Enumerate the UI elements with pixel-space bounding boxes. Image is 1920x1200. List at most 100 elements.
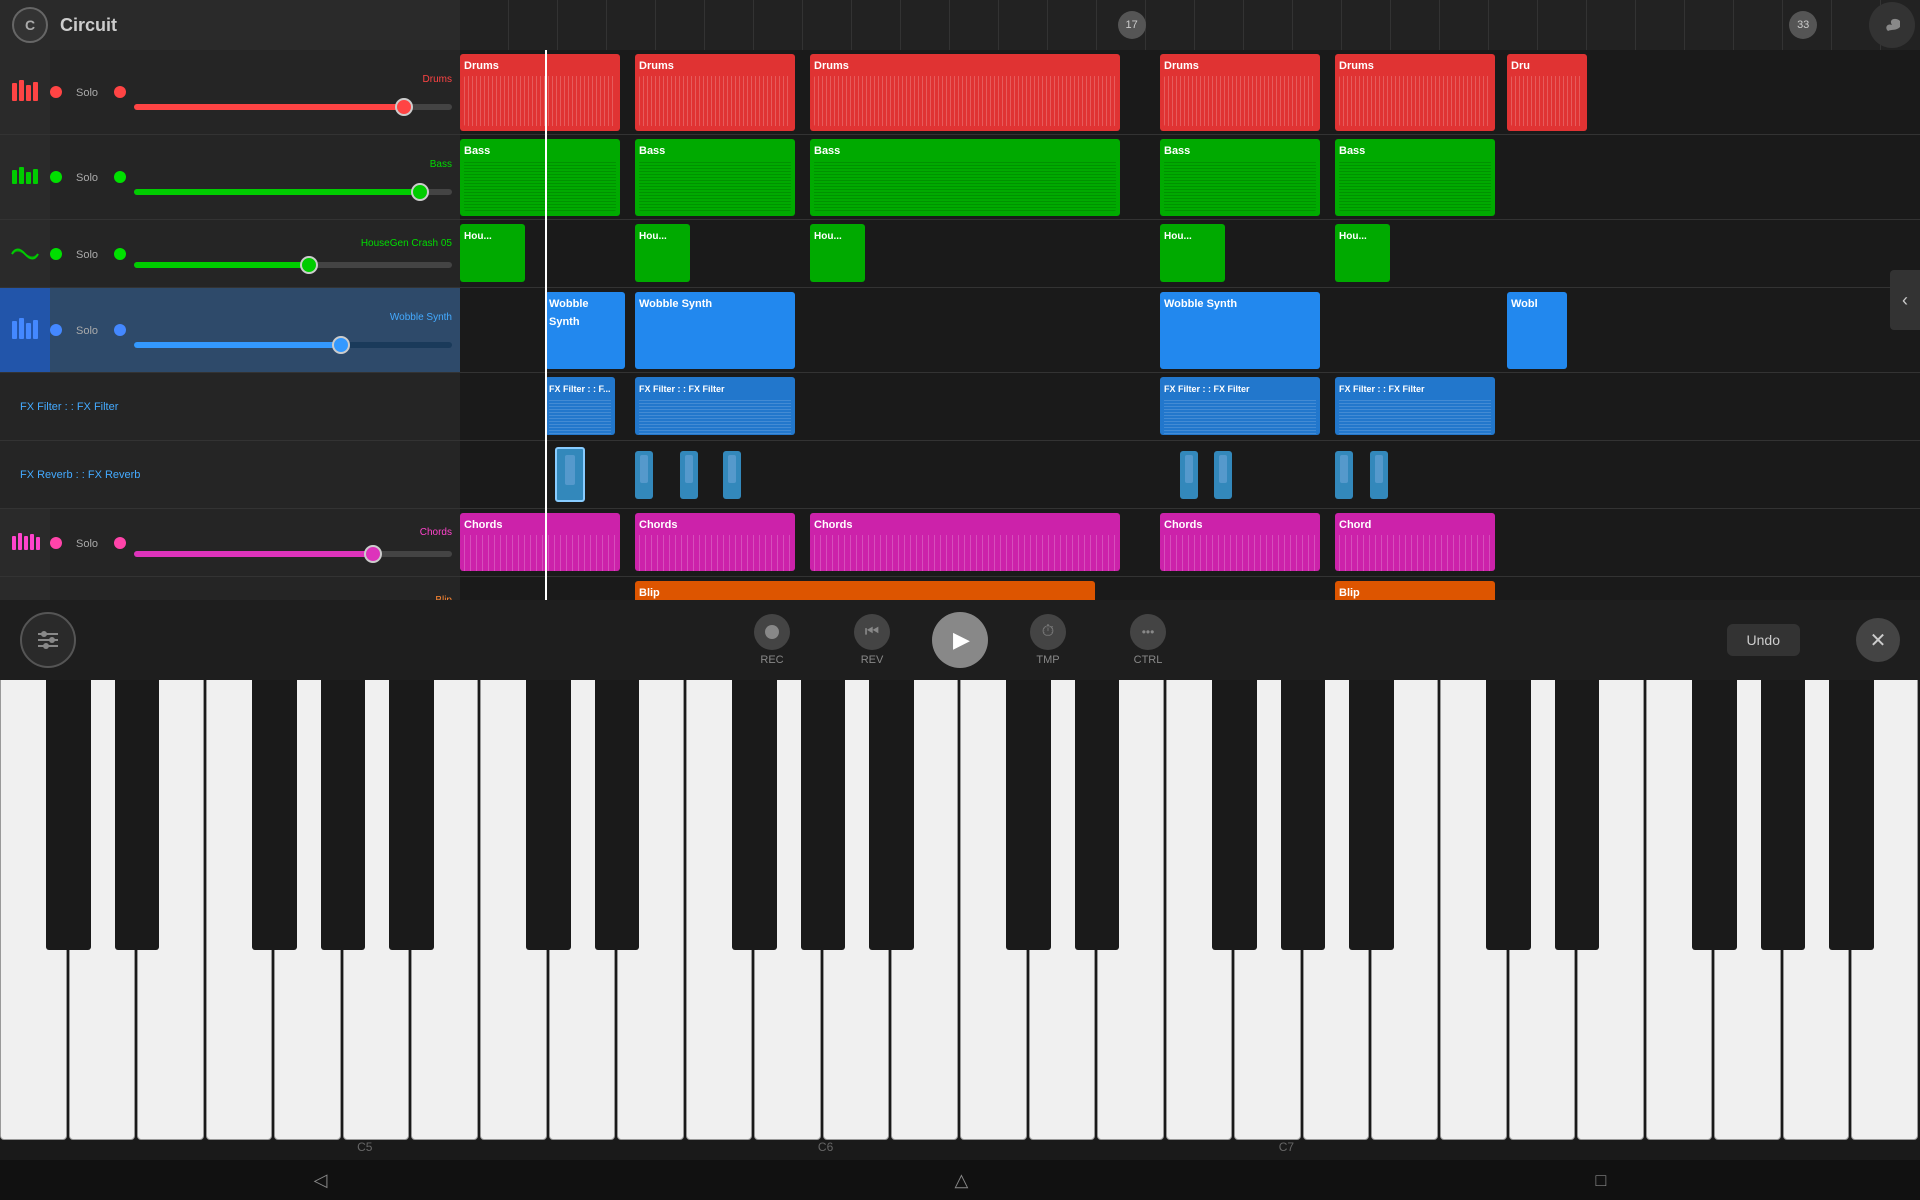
housegen-clip-1[interactable]: Hou... [460,224,525,282]
wobble-clip-2[interactable]: Wobble Synth [635,292,795,369]
housegen-clip-5[interactable]: Hou... [1335,224,1390,282]
chords-clip-2[interactable]: Chords [635,513,795,571]
housegen-mute-dot[interactable] [50,248,62,260]
drums-mute-dot[interactable] [50,86,62,98]
bass-mute-dot[interactable] [50,171,62,183]
drums-solo[interactable]: Solo [62,83,112,101]
drums-clip-2[interactable]: Drums [635,54,795,131]
drums-clip-4[interactable]: Drums [1160,54,1320,131]
fx-reverb-clip-4[interactable] [723,451,741,499]
housegen-clip-3[interactable]: Hou... [810,224,865,282]
collapse-arrow-button[interactable]: ‹ [1890,270,1920,330]
chords-clip-3[interactable]: Chords [810,513,1120,571]
chords-solo[interactable]: Solo [62,534,112,552]
piano-black-key[interactable] [1555,680,1600,950]
fx-filter-clip-1[interactable]: FX Filter : : F... [545,377,615,435]
bass-clip-2-label: Bass [639,145,665,157]
wobble-clip-3[interactable]: Wobble Synth [1160,292,1320,369]
ctrl-button[interactable]: ••• CTRL [1108,614,1188,666]
bass-clip-5[interactable]: Bass [1335,139,1495,216]
drums-clip-3[interactable]: Drums [810,54,1120,131]
fx-reverb-clip-5[interactable] [1180,451,1198,499]
undo-button[interactable]: Undo [1727,624,1800,656]
housegen-clip-2[interactable]: Hou... [635,224,690,282]
bass-clip-3[interactable]: Bass [810,139,1120,216]
piano-black-key[interactable] [46,680,91,950]
bass-clip-1[interactable]: Bass [460,139,620,216]
piano-black-key[interactable] [1761,680,1806,950]
wobble-mute-dot[interactable] [50,324,62,336]
bass-solo[interactable]: Solo [62,168,112,186]
piano-black-key[interactable] [115,680,160,950]
housegen-clip-4[interactable]: Hou... [1160,224,1225,282]
tmp-button[interactable]: ⏱ TMP [1008,614,1088,666]
chords-volume-slider[interactable] [134,551,452,557]
piano-black-key[interactable] [1075,680,1120,950]
wobble-clip-4[interactable]: Wobl [1507,292,1567,369]
piano-black-key[interactable] [252,680,297,950]
nav-recents-button[interactable]: □ [1596,1170,1607,1191]
chords-clip-1[interactable]: Chords [460,513,620,571]
close-button[interactable]: ✕ [1856,618,1900,662]
piano-black-key[interactable] [526,680,571,950]
play-button[interactable]: ▶ [932,612,988,668]
piano-black-key[interactable] [321,680,366,950]
fx-filter-clip-2[interactable]: FX Filter : : FX Filter [635,377,795,435]
piano-black-key[interactable] [1692,680,1737,950]
bass-volume-slider[interactable] [134,189,452,195]
drums-clip-6[interactable]: Dru [1507,54,1587,131]
fx-reverb-clip-8[interactable] [1370,451,1388,499]
blip-volume-area: Blip [126,593,460,601]
drums-volume-slider[interactable] [134,104,452,110]
mixer-button[interactable] [20,612,76,668]
chords-clip-4[interactable]: Chords [1160,513,1320,571]
bass-clip-4[interactable]: Bass [1160,139,1320,216]
bass-clip-2[interactable]: Bass [635,139,795,216]
piano-black-key[interactable] [1349,680,1394,950]
piano-black-key[interactable] [1829,680,1874,950]
housegen-name-label: HouseGen Crash 05 [361,238,452,249]
housegen-solo[interactable]: Solo [62,245,112,263]
wobble-clip-1[interactable]: Wobble Synth [545,292,625,369]
fx-reverb-clip-3[interactable] [680,451,698,499]
wobble-volume-slider[interactable] [134,342,452,348]
housegen-volume-slider[interactable] [134,262,452,268]
piano-black-key[interactable] [869,680,914,950]
rec-button[interactable]: REC [732,614,812,666]
housegen-clip-4-label: Hou... [1164,231,1192,242]
wobble-solo[interactable]: Solo [62,321,112,339]
drums-volume-area: Drums [126,70,460,114]
piano-black-key[interactable] [1281,680,1326,950]
piano-black-key[interactable] [732,680,777,950]
blip-clip-1[interactable]: Blip [635,581,1095,600]
fx-filter-clip-1-label: FX Filter : : F... [549,384,611,394]
drums-clip-5-label: Drums [1339,60,1374,72]
bass-track-icon [0,135,50,219]
piano-black-key[interactable] [1006,680,1051,950]
fx-reverb-clip-7[interactable] [1335,451,1353,499]
fx-filter-clip-3[interactable]: FX Filter : : FX Filter [1160,377,1320,435]
chords-mute-dot[interactable] [50,537,62,549]
piano-black-key[interactable] [389,680,434,950]
drums-clip-5[interactable]: Drums [1335,54,1495,131]
piano-black-key[interactable] [801,680,846,950]
nav-back-button[interactable]: ◁ [314,1170,328,1191]
fx-reverb-clip-2[interactable] [635,451,653,499]
fx-reverb-clip-6[interactable] [1214,451,1232,499]
chords-track-icon [0,509,50,576]
piano-black-key[interactable] [1486,680,1531,950]
housegen-clip-5-label: Hou... [1339,231,1367,242]
rev-button[interactable]: ⏮ REV [832,614,912,666]
tmp-label: TMP [1036,654,1059,666]
drums-clip-1[interactable]: Drums [460,54,620,131]
fx-filter-clip-4-label: FX Filter : : FX Filter [1339,384,1425,394]
timeline-marker-33: 33 [1789,11,1817,39]
fx-reverb-clip-1[interactable] [555,447,585,502]
piano-black-key[interactable] [1212,680,1257,950]
back-arrow-button[interactable] [1869,2,1915,48]
nav-home-button[interactable]: △ [955,1170,969,1191]
piano-black-key[interactable] [595,680,640,950]
blip-clip-2[interactable]: Blip [1335,581,1495,600]
chords-clip-5[interactable]: Chord [1335,513,1495,571]
fx-filter-clip-4[interactable]: FX Filter : : FX Filter [1335,377,1495,435]
